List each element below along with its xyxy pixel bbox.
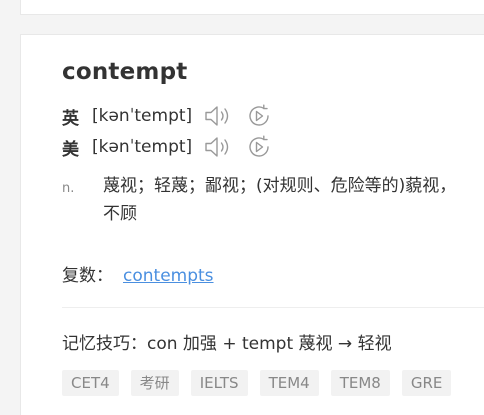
part-of-speech: n.: [62, 181, 75, 196]
previous-panel: [20, 0, 484, 15]
plural-link[interactable]: contempts: [123, 266, 214, 286]
divider: [62, 307, 484, 308]
word-title: contempt: [62, 59, 188, 85]
tag-tem4[interactable]: TEM4: [259, 370, 319, 396]
pronunciation-us-phonetic: [kənˈtempt]: [92, 137, 193, 157]
pronunciation-us: 美 [kənˈtempt]: [62, 134, 272, 160]
replay-icon[interactable]: [246, 134, 272, 160]
memory-tip: 记忆技巧：con 加强 + tempt 蔑视 → 轻视: [62, 334, 392, 354]
pronunciation-uk: 英 [kənˈtempt]: [62, 103, 272, 129]
replay-icon[interactable]: [246, 103, 272, 129]
speaker-icon[interactable]: [204, 103, 234, 129]
tag-kaoyan[interactable]: 考研: [130, 370, 179, 396]
tag-ielts[interactable]: IELTS: [190, 370, 248, 396]
plural-form: 复数： contempts: [62, 261, 214, 286]
definition-text: 蔑视；轻蔑；鄙视；(对规则、危险等的)藐视，不顾: [103, 176, 457, 224]
speaker-icon[interactable]: [204, 134, 234, 160]
plural-label: 复数：: [62, 266, 113, 286]
tag-cet4[interactable]: CET4: [62, 370, 119, 396]
tag-gre[interactable]: GRE: [401, 370, 452, 396]
pronunciation-uk-tag: 英: [62, 108, 79, 129]
tag-tem8[interactable]: TEM8: [330, 370, 390, 396]
pronunciation-us-tag: 美: [62, 139, 79, 160]
word-card: contempt 英 [kənˈtempt] 美 [kənˈtempt] n. …: [20, 34, 484, 415]
exam-tags: CET4 考研 IELTS TEM4 TEM8 GRE: [62, 370, 452, 396]
pronunciation-uk-phonetic: [kənˈtempt]: [92, 106, 193, 126]
